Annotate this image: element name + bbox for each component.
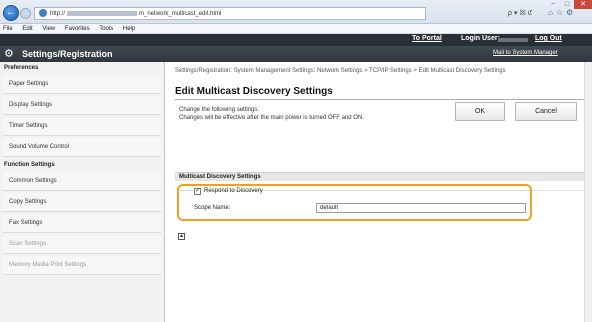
sidebar-item-scan-settings[interactable]: Scan Settings <box>3 235 161 254</box>
browser-toolbar-icons[interactable]: ⌂☆⚙ <box>548 8 576 17</box>
sidebar-item-paper-settings[interactable]: Paper Settings <box>3 75 161 94</box>
menu-view[interactable]: View <box>42 26 55 32</box>
page-title: Edit Multicast Discovery Settings <box>175 86 333 97</box>
main-content: Settings/Registration: System Management… <box>172 62 592 322</box>
vertical-scrollbar[interactable] <box>584 62 592 322</box>
sidebar-item-fax-settings[interactable]: Fax Settings <box>3 214 161 233</box>
sidebar-item-sound-volume-control[interactable]: Sound Volume Control <box>3 138 161 157</box>
sidebar-item-timer-settings[interactable]: Timer Settings <box>3 117 161 136</box>
sidebar: Preferences Paper Settings Display Setti… <box>0 62 165 322</box>
cancel-button[interactable]: Cancel <box>515 102 577 121</box>
sidebar-item-display-settings[interactable]: Display Settings <box>3 96 161 115</box>
sidebar-item-copy-settings[interactable]: Copy Settings <box>3 193 161 212</box>
sidebar-item-common-settings[interactable]: Common Settings <box>3 172 161 191</box>
menu-file[interactable]: File <box>3 26 13 32</box>
login-user-value <box>498 38 528 42</box>
breadcrumb: Settings/Registration: System Management… <box>175 68 506 74</box>
browser-titlebar: − □ ✕ ← → http://m_network_multicast_edi… <box>0 0 592 24</box>
globe-icon <box>39 9 47 18</box>
title-divider <box>175 99 587 100</box>
menu-tools[interactable]: Tools <box>99 26 113 32</box>
sidebar-item-memory-media-print-settings[interactable]: Memory Media Print Settings <box>3 256 161 275</box>
forward-button[interactable]: → <box>20 8 31 19</box>
settings-gear-icon: ⚙ <box>4 48 14 60</box>
menu-edit[interactable]: Edit <box>22 26 32 32</box>
login-user-label: Login User: <box>461 35 500 42</box>
app-title: Settings/Registration <box>22 49 113 59</box>
scope-name-label: Scope Name: <box>194 205 231 211</box>
note-line-1: Change the following settings. <box>179 107 260 113</box>
menu-help[interactable]: Help <box>123 26 135 32</box>
ok-button[interactable]: OK <box>455 102 505 121</box>
section-header: Multicast Discovery Settings <box>175 172 587 181</box>
log-out-link[interactable]: Log Out <box>535 35 562 42</box>
address-bar[interactable]: http:// m_network_multicast_edit.html <box>34 7 426 20</box>
close-icon[interactable]: ✕ <box>574 0 592 9</box>
respond-to-discovery-label: Respond to Discovery <box>204 188 263 194</box>
sidebar-heading-preferences: Preferences <box>4 65 39 71</box>
to-portal-link[interactable]: To Portal <box>412 35 442 42</box>
address-suffix: m_network_multicast_edit.html <box>139 11 222 17</box>
page-top-icon[interactable]: ▲ <box>178 233 185 240</box>
menu-favorites[interactable]: Favorites <box>65 26 90 32</box>
address-prefix: http:// <box>50 11 66 17</box>
settings-note: Change the following settings. Changes w… <box>179 106 364 122</box>
respond-to-discovery-checkbox[interactable]: ✓ <box>194 188 201 195</box>
menu-bar: File Edit View Favorites Tools Help <box>0 24 592 34</box>
address-tools[interactable]: ρ▾☒ℭ <box>508 9 535 17</box>
mail-to-system-manager-link[interactable]: Mail to System Manager <box>493 50 558 56</box>
app-header: To Portal Login User: Log Out ⚙ Settings… <box>0 34 592 62</box>
back-button[interactable]: ← <box>3 5 19 21</box>
address-redacted <box>67 10 138 16</box>
note-line-2: Changes will be effective after the main… <box>179 115 364 121</box>
app-header-topbar: To Portal Login User: Log Out <box>0 34 592 46</box>
sidebar-heading-function-settings: Function Settings <box>4 162 55 168</box>
scope-name-input[interactable] <box>316 203 526 213</box>
